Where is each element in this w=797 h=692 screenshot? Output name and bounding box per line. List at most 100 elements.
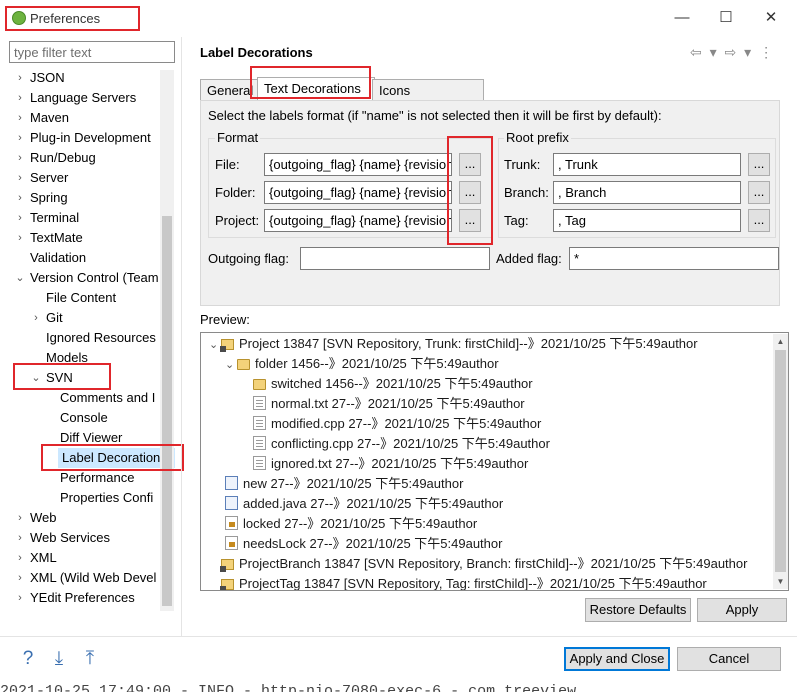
tree-item[interactable]: › Spring <box>0 188 175 208</box>
tree-scrollbar[interactable] <box>160 70 174 611</box>
trunk-button[interactable]: ... <box>748 153 770 176</box>
tree-item[interactable]: › Web Services <box>0 528 175 548</box>
minimize-button[interactable]: — <box>672 8 692 28</box>
expand-icon[interactable]: › <box>15 588 25 608</box>
preview-item[interactable]: ProjectBranch 13847 [SVN Repository, Bra… <box>209 554 747 574</box>
maximize-button[interactable]: ☐ <box>716 8 736 28</box>
collapse-icon[interactable]: ⌄ <box>225 355 237 375</box>
added-flag-field[interactable]: * <box>569 247 779 270</box>
collapse-icon[interactable]: ⌄ <box>31 368 41 388</box>
tree-item[interactable]: › Git <box>0 308 175 328</box>
preview-tree[interactable]: ⌄ Project 13847 [SVN Repository, Trunk: f… <box>200 332 789 591</box>
tree-item[interactable]: Comments and I <box>0 388 175 408</box>
tree-item[interactable]: Performance <box>0 468 175 488</box>
branch-field[interactable]: , Branch <box>553 181 741 204</box>
expand-icon[interactable]: › <box>15 88 25 108</box>
tree-item[interactable]: › YEdit Preferences <box>0 588 175 608</box>
tree-item[interactable]: File Content <box>0 288 175 308</box>
expand-icon[interactable]: › <box>15 568 25 588</box>
file-format-field[interactable]: {outgoing_flag} {name} {revision} <box>264 153 452 176</box>
preview-item[interactable]: new 27--》2021/10/25 下午5:49author <box>225 474 463 494</box>
expand-icon[interactable]: › <box>15 108 25 128</box>
tree-item[interactable]: › Terminal <box>0 208 175 228</box>
expand-icon[interactable]: › <box>15 548 25 568</box>
tree-item[interactable]: › JSON <box>0 68 175 88</box>
help-icon[interactable]: ? <box>17 648 39 670</box>
branch-button[interactable]: ... <box>748 181 770 204</box>
tree-item[interactable]: › XML (Wild Web Devel <box>0 568 175 588</box>
preview-item[interactable]: conflicting.cpp 27--》2021/10/25 下午5:49au… <box>253 434 550 454</box>
tree-item[interactable]: Validation <box>0 248 175 268</box>
tree-item[interactable]: Label Decoration <box>58 448 175 468</box>
expand-icon[interactable]: › <box>15 128 25 148</box>
tree-item[interactable]: Models <box>0 348 175 368</box>
tab-text-decorations[interactable]: Text Decorations <box>257 77 375 101</box>
folder-format-button[interactable]: ... <box>459 181 481 204</box>
preview-item[interactable]: switched 1456--》2021/10/25 下午5:49author <box>253 374 533 394</box>
preview-item[interactable]: ProjectTag 13847 [SVN Repository, Tag: f… <box>209 574 707 590</box>
expand-icon[interactable]: › <box>15 208 25 228</box>
preview-item[interactable]: ignored.txt 27--》2021/10/25 下午5:49author <box>253 454 528 474</box>
preview-item[interactable]: normal.txt 27--》2021/10/25 下午5:49author <box>253 394 525 414</box>
tree-item[interactable]: ⌄ Version Control (Team <box>0 268 175 288</box>
tree-item-label: Web Services <box>30 530 110 545</box>
expand-icon[interactable]: › <box>15 508 25 528</box>
scroll-down-icon[interactable]: ▼ <box>773 574 788 589</box>
tree-item[interactable]: › Web <box>0 508 175 528</box>
tag-button[interactable]: ... <box>748 209 770 232</box>
apply-and-close-button[interactable]: Apply and Close <box>564 647 670 671</box>
history-nav-icons[interactable]: ⇦ ▾ ⇨ ▾ ⋮ <box>690 44 775 61</box>
cancel-button[interactable]: Cancel <box>677 647 781 671</box>
preview-item[interactable]: ⌄ Project 13847 [SVN Repository, Trunk: f… <box>209 334 698 354</box>
tab-icons-decorations[interactable]: Icons Decorations <box>372 79 484 120</box>
tree-item[interactable]: › XML <box>0 548 175 568</box>
expand-icon[interactable]: › <box>15 188 25 208</box>
trunk-field[interactable]: , Trunk <box>553 153 741 176</box>
expand-icon[interactable]: › <box>15 68 25 88</box>
expand-icon[interactable]: › <box>15 228 25 248</box>
folder-format-field[interactable]: {outgoing_flag} {name} {revision} <box>264 181 452 204</box>
preview-scrollbar[interactable]: ▲ ▼ <box>773 334 788 589</box>
preview-scroll-thumb[interactable] <box>775 350 786 572</box>
tree-item[interactable]: › Run/Debug <box>0 148 175 168</box>
file-format-button[interactable]: ... <box>459 153 481 176</box>
tree-item[interactable]: › Server <box>0 168 175 188</box>
tree-item[interactable]: Properties Confi <box>0 488 175 508</box>
preview-item[interactable]: added.java 27--》2021/10/25 下午5:49author <box>225 494 503 514</box>
tree-item[interactable]: Ignored Resources <box>0 328 175 348</box>
tree-item[interactable]: › Maven <box>0 108 175 128</box>
scroll-up-icon[interactable]: ▲ <box>773 334 788 349</box>
collapse-icon[interactable]: ⌄ <box>209 335 221 355</box>
file-icon <box>253 396 266 410</box>
tree-scroll-thumb[interactable] <box>162 216 172 606</box>
tab-general[interactable]: General <box>200 79 260 101</box>
tree-item[interactable]: › TextMate <box>0 228 175 248</box>
project-format-field[interactable]: {outgoing_flag} {name} {revision} <box>264 209 452 232</box>
tree-item[interactable]: Console <box>0 408 175 428</box>
preview-item[interactable]: modified.cpp 27--》2021/10/25 下午5:49autho… <box>253 414 541 434</box>
tree-item[interactable]: › Language Servers <box>0 88 175 108</box>
splitter[interactable] <box>181 37 182 637</box>
collapse-icon[interactable]: ⌄ <box>15 268 25 288</box>
outgoing-flag-field[interactable] <box>300 247 490 270</box>
tag-field[interactable]: , Tag <box>553 209 741 232</box>
preview-item-label: locked 27--》2021/10/25 下午5:49author <box>243 516 478 531</box>
tree-item[interactable]: ⌄ SVN <box>0 368 175 388</box>
export-icon[interactable]: ⤒ <box>79 648 101 670</box>
tree-item[interactable]: › Plug-in Development <box>0 128 175 148</box>
tree-item[interactable]: Diff Viewer <box>0 428 175 448</box>
restore-defaults-button[interactable]: Restore Defaults <box>585 598 691 622</box>
expand-icon[interactable]: › <box>31 308 41 328</box>
apply-button[interactable]: Apply <box>697 598 787 622</box>
folder-icon <box>253 379 266 390</box>
project-format-button[interactable]: ... <box>459 209 481 232</box>
filter-input[interactable] <box>9 41 175 63</box>
preview-item[interactable]: locked 27--》2021/10/25 下午5:49author <box>225 514 477 534</box>
preview-item[interactable]: ⌄ folder 1456--》2021/10/25 下午5:49author <box>225 354 499 374</box>
expand-icon[interactable]: › <box>15 148 25 168</box>
expand-icon[interactable]: › <box>15 528 25 548</box>
expand-icon[interactable]: › <box>15 168 25 188</box>
import-icon[interactable]: ⤓ <box>48 648 70 670</box>
preview-item[interactable]: needsLock 27--》2021/10/25 下午5:49author <box>225 534 502 554</box>
close-window-button[interactable]: ✕ <box>761 8 781 28</box>
